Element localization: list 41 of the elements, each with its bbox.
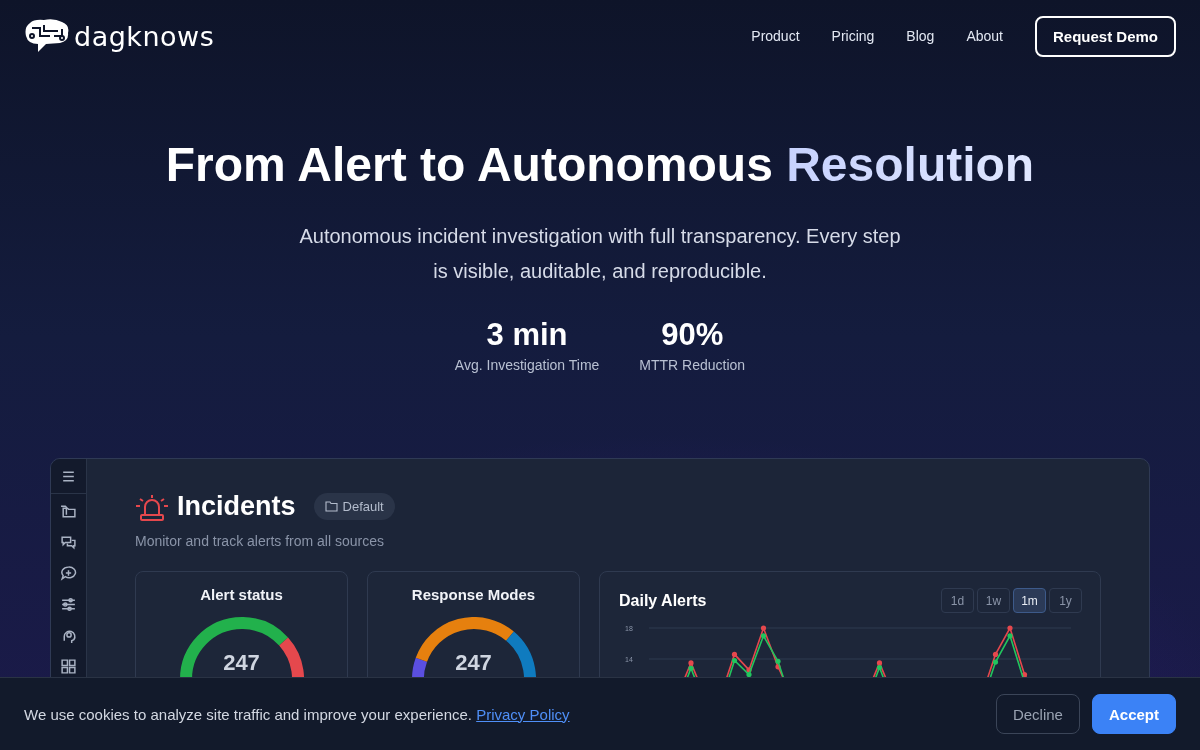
- card-title: Response Modes: [410, 586, 537, 603]
- cookie-notice: We use cookies to analyze site traffic and improve your experience. Privacy Policy: [24, 705, 570, 723]
- folder-badge[interactable]: Default: [313, 493, 395, 520]
- data-point: [1007, 625, 1013, 631]
- data-point: [992, 659, 999, 665]
- nav-link[interactable]: About: [966, 28, 1003, 44]
- nav-link[interactable]: Pricing: [831, 28, 875, 44]
- siren-icon: [135, 492, 169, 521]
- chat-plus-icon[interactable]: [60, 565, 77, 582]
- hero-title: From Alert to Autonomous Resolution: [165, 137, 1035, 193]
- nav-link[interactable]: Blog: [906, 28, 935, 44]
- request-demo-button[interactable]: Request Demo: [1034, 15, 1176, 57]
- logo-icon: [24, 19, 70, 53]
- nav-link[interactable]: Product: [751, 28, 800, 44]
- card-title: Alert status: [199, 586, 284, 603]
- stat-value: 90%: [661, 317, 724, 353]
- decline-button[interactable]: Decline: [995, 694, 1080, 734]
- donut-total: 247: [454, 651, 493, 675]
- folders-icon[interactable]: [60, 503, 77, 520]
- card-title: Daily Alerts: [619, 591, 707, 610]
- stat-value: 3 min: [486, 317, 568, 353]
- data-point: [1007, 633, 1013, 639]
- range-tab[interactable]: 1y: [1049, 588, 1082, 613]
- hero-subtitle: Autonomous incident investigation with full transparency. Every step is visible, auditable, and reproducible.: [298, 224, 902, 284]
- range-tab[interactable]: 1d: [941, 588, 974, 613]
- data-point: [760, 625, 767, 631]
- data-point: [760, 633, 767, 639]
- data-point: [992, 651, 999, 657]
- sliders-icon[interactable]: [60, 596, 77, 613]
- stat-label: Avg. Investigation Time: [454, 357, 600, 373]
- accept-button[interactable]: Accept: [1091, 694, 1176, 734]
- range-tab[interactable]: 1w: [977, 588, 1010, 613]
- page-subtitle: Monitor and track alerts from all sources: [135, 533, 385, 549]
- privacy-policy-link[interactable]: Privacy Policy: [476, 705, 570, 723]
- range-tab[interactable]: 1m: [1013, 588, 1046, 613]
- chat-bubbles-icon[interactable]: [60, 534, 77, 551]
- donut-total: 247: [222, 651, 261, 675]
- logo-text[interactable]: dagknows: [74, 22, 215, 50]
- data-point: [1021, 671, 1028, 678]
- page-title: Incidents: [177, 491, 296, 522]
- stat-label: MTTR Reduction: [639, 357, 746, 373]
